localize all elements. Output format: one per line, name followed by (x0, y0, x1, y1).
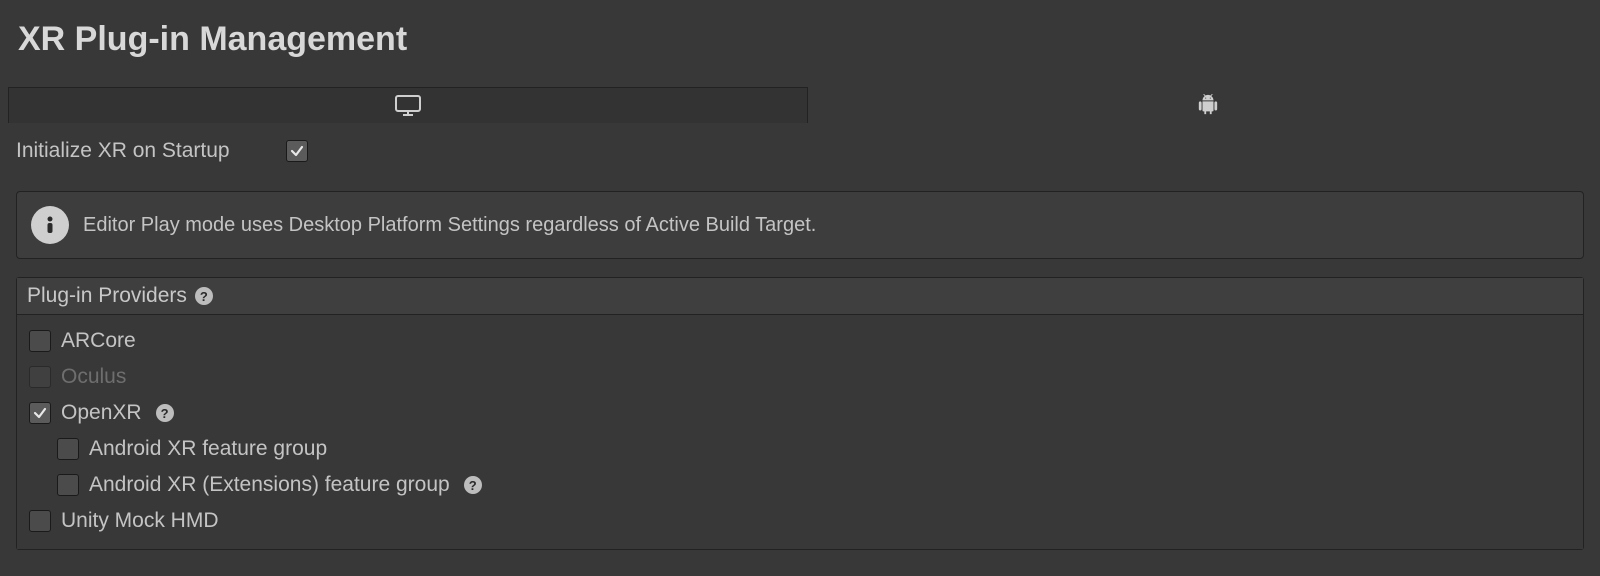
platform-tab-bar (8, 87, 1600, 123)
tab-desktop[interactable] (8, 87, 808, 123)
provider-label-arcore: ARCore (61, 329, 136, 353)
provider-label-openxr: OpenXR (61, 401, 142, 425)
provider-row-oculus: Oculus (27, 359, 1573, 395)
plugin-providers-title: Plug-in Providers (27, 284, 187, 308)
provider-row-androidxre: Android XR (Extensions) feature group? (27, 467, 1573, 503)
provider-row-arcore: ARCore (27, 323, 1573, 359)
provider-checkbox-mockhmd[interactable] (29, 510, 51, 532)
provider-row-androidxr: Android XR feature group (27, 431, 1573, 467)
provider-label-androidxre: Android XR (Extensions) feature group (89, 473, 450, 497)
help-icon[interactable]: ? (195, 287, 213, 305)
provider-checkbox-androidxr[interactable] (57, 438, 79, 460)
info-icon (31, 206, 69, 244)
provider-row-openxr: OpenXR? (27, 395, 1573, 431)
initialize-label: Initialize XR on Startup (16, 139, 276, 163)
provider-checkbox-openxr[interactable] (29, 402, 51, 424)
plugin-providers-section: Plug-in Providers ? ARCoreOculusOpenXR?A… (16, 277, 1584, 550)
provider-label-androidxr: Android XR feature group (89, 437, 327, 461)
provider-checkbox-arcore[interactable] (29, 330, 51, 352)
help-icon[interactable]: ? (156, 404, 174, 422)
provider-label-oculus: Oculus (61, 365, 126, 389)
tab-android[interactable] (808, 87, 1600, 123)
initialize-row: Initialize XR on Startup (16, 139, 1584, 163)
provider-checkbox-androidxre[interactable] (57, 474, 79, 496)
provider-row-mockhmd: Unity Mock HMD (27, 503, 1573, 539)
monitor-icon (395, 95, 421, 117)
provider-checkbox-oculus (29, 366, 51, 388)
plugin-providers-body: ARCore Oculus OpenXR? Android XR feature gr… (17, 315, 1583, 549)
notice-text: Editor Play mode uses Desktop Platform S… (83, 214, 816, 237)
page-title: XR Plug-in Management (0, 0, 1600, 87)
provider-label-mockhmd: Unity Mock HMD (61, 509, 219, 533)
android-icon (1197, 94, 1219, 116)
play-mode-notice: Editor Play mode uses Desktop Platform S… (16, 191, 1584, 259)
help-icon[interactable]: ? (464, 476, 482, 494)
plugin-providers-header: Plug-in Providers ? (17, 278, 1583, 315)
initialize-checkbox[interactable] (286, 140, 308, 162)
